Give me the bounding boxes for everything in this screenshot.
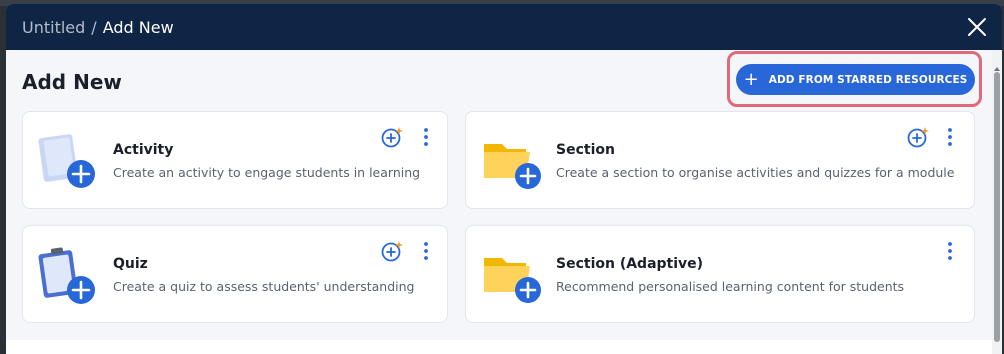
card-description: Create an activity to engage students in… xyxy=(113,165,421,180)
breadcrumb-current: Add New xyxy=(102,17,174,37)
card-quiz[interactable]: Quiz Create a quiz to assess students' u… xyxy=(22,225,448,323)
breadcrumb-parent[interactable]: Untitled xyxy=(22,18,85,37)
card-title: Activity xyxy=(113,142,174,158)
modal-body: Add New + ADD FROM STARRED RESOURCES Act… xyxy=(6,50,992,354)
bottom-panel xyxy=(6,340,992,354)
add-from-starred-label: ADD FROM STARRED RESOURCES xyxy=(768,73,968,86)
card-section[interactable]: Section Create a section to organise act… xyxy=(465,111,975,209)
folder-icon xyxy=(480,244,542,306)
modal-header: Untitled / Add New xyxy=(6,4,1002,50)
folder-icon xyxy=(480,130,542,192)
card-description: Recommend personalised learning content … xyxy=(556,279,905,294)
add-new-modal: Untitled / Add New Add New + ADD FROM ST… xyxy=(6,4,1002,354)
card-title: Quiz xyxy=(113,256,148,272)
card-title: Section xyxy=(556,142,615,158)
star-add-icon[interactable] xyxy=(380,125,404,149)
clipboard-icon xyxy=(37,244,99,306)
close-icon[interactable] xyxy=(966,16,988,38)
card-description: Create a quiz to assess students' unders… xyxy=(113,279,415,294)
breadcrumb-separator: / xyxy=(91,17,97,37)
more-options-icon[interactable] xyxy=(943,126,957,148)
scrollbar-thumb[interactable] xyxy=(994,72,1000,342)
plus-icon: + xyxy=(743,68,759,90)
more-options-icon[interactable] xyxy=(943,240,957,262)
star-add-icon[interactable] xyxy=(380,239,404,263)
activity-icon xyxy=(37,130,99,192)
add-from-starred-button[interactable]: + ADD FROM STARRED RESOURCES xyxy=(736,64,975,95)
more-options-icon[interactable] xyxy=(419,240,433,262)
card-description: Create a section to organise activities … xyxy=(556,165,955,180)
more-options-icon[interactable] xyxy=(419,126,433,148)
page-title: Add New xyxy=(22,70,122,94)
card-title: Section (Adaptive) xyxy=(556,256,704,272)
card-activity[interactable]: Activity Create an activity to engage st… xyxy=(22,111,448,209)
breadcrumb: Untitled / Add New xyxy=(22,18,174,37)
scroll-up-arrow-icon[interactable] xyxy=(993,58,1001,71)
star-add-icon[interactable] xyxy=(906,125,930,149)
card-section-adaptive[interactable]: Section (Adaptive) Recommend personalise… xyxy=(465,225,975,323)
